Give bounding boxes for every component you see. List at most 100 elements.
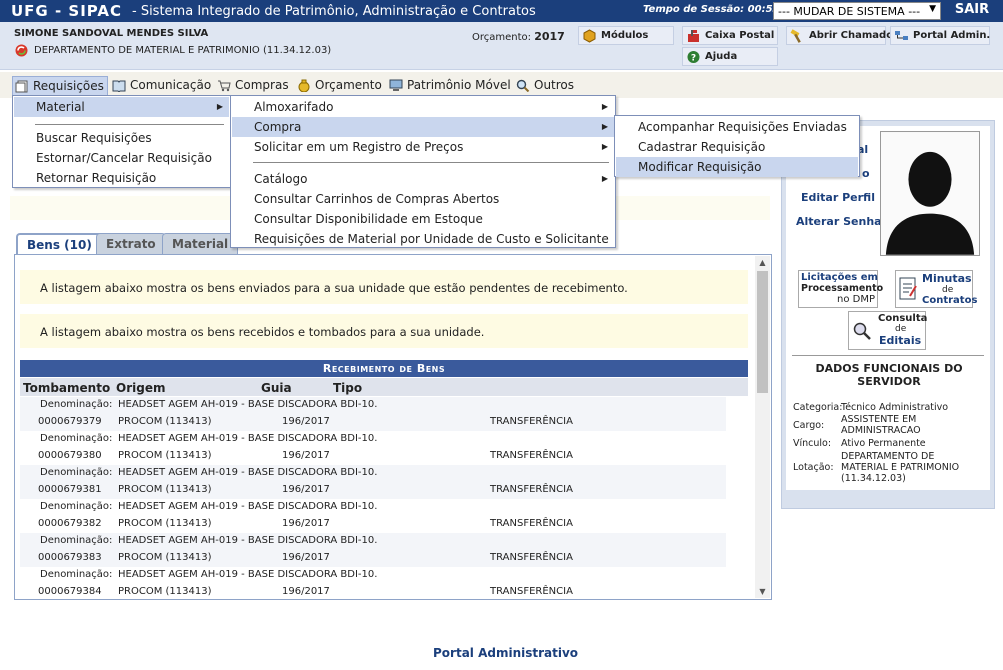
- system-select-value: --- MUDAR DE SISTEMA ---: [778, 5, 921, 18]
- user-avatar: [880, 131, 980, 256]
- menu-item-modificar[interactable]: Modificar Requisição: [616, 157, 858, 177]
- consulta-line-3: Editais: [879, 334, 922, 347]
- tombamento-value: 0000679383: [38, 552, 102, 563]
- minutas-line-1: Minutas: [922, 272, 972, 285]
- computer-icon: [389, 79, 403, 91]
- menu-outros[interactable]: Outros: [514, 76, 578, 96]
- hammer-icon: [790, 29, 801, 43]
- search-icon: [516, 79, 530, 92]
- menu-item-catalogo[interactable]: Catálogo ▶: [232, 169, 614, 189]
- menu-item-solicitar[interactable]: Solicitar em um Registro de Preços ▶: [232, 137, 614, 157]
- tombamento-value: 0000679379: [38, 416, 102, 427]
- menu-item-material[interactable]: Material ▶: [14, 97, 229, 117]
- mailbox-button[interactable]: Caixa Postal: [682, 26, 778, 45]
- app-subtitle: - Sistema Integrado de Patrimônio, Admin…: [132, 4, 536, 19]
- denominacao-label: Denominação:: [40, 535, 113, 546]
- table-title: Recebimento de Bens: [20, 360, 748, 377]
- change-password-link[interactable]: Alterar Senha: [796, 215, 882, 228]
- system-select[interactable]: --- MUDAR DE SISTEMA --- ▼: [773, 2, 941, 20]
- help-label: Ajuda: [705, 51, 738, 62]
- menu-orcamento[interactable]: Orçamento: [295, 76, 385, 96]
- menu-item-cadastrar[interactable]: Cadastrar Requisição: [616, 137, 858, 157]
- tab-material[interactable]: Material: [162, 233, 239, 254]
- menu-compras[interactable]: Compras: [215, 76, 293, 96]
- menu-item-solicitar-label: Solicitar em um Registro de Preços: [254, 140, 464, 154]
- origem-value: PROCOM (113413): [118, 518, 212, 529]
- app-brand: UFG - SIPAC: [11, 2, 123, 20]
- modules-label: Módulos: [601, 30, 649, 41]
- profile-link-partial-2[interactable]: o: [862, 167, 870, 180]
- modules-button[interactable]: Módulos: [578, 26, 674, 45]
- open-ticket-button[interactable]: Abrir Chamado: [786, 26, 893, 45]
- menu-item-retornar[interactable]: Retornar Requisição: [14, 168, 229, 188]
- consulta-line-2: de: [895, 324, 907, 334]
- origem-value: PROCOM (113413): [118, 586, 212, 597]
- tab-bens[interactable]: Bens (10): [16, 233, 103, 255]
- menu-comunicacao[interactable]: Comunicação: [110, 76, 212, 96]
- menu-requisicoes[interactable]: Requisições: [12, 76, 108, 96]
- open-ticket-label: Abrir Chamado: [809, 30, 894, 41]
- col-tombamento: Tombamento: [23, 381, 111, 395]
- menu-item-buscar[interactable]: Buscar Requisições: [14, 128, 229, 148]
- menu-orcamento-label: Orçamento: [315, 78, 382, 92]
- profile-divider: [792, 355, 984, 356]
- categoria-value: Técnico Administrativo: [841, 402, 949, 413]
- denominacao-value: HEADSET AGEM AH-019 - BASE DISCADORA BDI…: [118, 569, 378, 580]
- menu-item-disponibilidade[interactable]: Consultar Disponibilidade em Estoque: [232, 209, 614, 229]
- consulta-editais-button[interactable]: Consulta de Editais: [848, 311, 927, 350]
- svg-text:?: ?: [691, 54, 696, 64]
- tab-extrato[interactable]: Extrato: [96, 233, 166, 254]
- menu-comunicacao-label: Comunicação: [130, 78, 212, 92]
- denominacao-value: HEADSET AGEM AH-019 - BASE DISCADORA BDI…: [118, 535, 378, 546]
- mailbox-icon: [688, 30, 699, 42]
- tombamento-value: 0000679382: [38, 518, 102, 529]
- licitacoes-button[interactable]: Licitações em Processamento no DMP: [798, 270, 883, 308]
- menu-item-por-unidade[interactable]: Requisições de Material por Unidade de C…: [232, 229, 614, 249]
- help-icon: ?: [687, 51, 700, 64]
- menu-item-carrinhos[interactable]: Consultar Carrinhos de Compras Abertos: [232, 189, 614, 209]
- guia-value: 196/2017: [282, 586, 330, 597]
- menu-item-estornar[interactable]: Estornar/Cancelar Requisição: [14, 148, 229, 168]
- notice-pending: A listagem abaixo mostra os bens enviado…: [20, 270, 748, 304]
- menu-item-compra[interactable]: Compra ▶: [232, 117, 614, 137]
- denominacao-label: Denominação:: [40, 467, 113, 478]
- menu-item-compra-label: Compra: [254, 120, 302, 134]
- chevron-right-icon: ▶: [216, 102, 223, 111]
- cube-icon: [583, 29, 596, 43]
- denominacao-label: Denominação:: [40, 399, 113, 410]
- logout-button[interactable]: SAIR: [946, 2, 998, 20]
- tombamento-value: 0000679380: [38, 450, 102, 461]
- cart-icon: [218, 80, 231, 92]
- notice-received: A listagem abaixo mostra os bens recebid…: [20, 314, 748, 348]
- minutas-button[interactable]: Minutas de Contratos: [895, 270, 977, 308]
- scroll-down-icon[interactable]: ▼: [755, 587, 770, 596]
- tipo-value: TRANSFERÊNCIA: [490, 450, 573, 461]
- help-button[interactable]: ? Ajuda: [682, 47, 778, 66]
- admin-portal-button[interactable]: Portal Admin.: [890, 26, 990, 45]
- denominacao-value: HEADSET AGEM AH-019 - BASE DISCADORA BDI…: [118, 433, 378, 444]
- menu-item-almoxarifado[interactable]: Almoxarifado ▶: [232, 97, 614, 117]
- footer-portal-link[interactable]: Portal Administrativo: [433, 646, 578, 660]
- col-origem: Origem: [116, 381, 166, 395]
- menu-separator: [35, 124, 224, 125]
- menu-item-material-label: Material: [36, 100, 85, 114]
- menu-item-acompanhar[interactable]: Acompanhar Requisições Enviadas: [616, 117, 858, 137]
- menu-requisicoes-label: Requisições: [33, 79, 104, 93]
- edit-profile-link[interactable]: Editar Perfil: [801, 191, 875, 204]
- licitacoes-line-1: Licitações em: [801, 272, 878, 283]
- menu-material-submenu: Almoxarifado ▶ Compra ▶ Solicitar em um Re…: [230, 95, 616, 248]
- menu-item-almoxarifado-label: Almoxarifado: [254, 100, 334, 114]
- scroll-thumb[interactable]: [757, 271, 768, 393]
- menu-compra-submenu: Acompanhar Requisições Enviadas Cadastra…: [614, 115, 860, 177]
- licitacoes-line-3: no DMP: [837, 294, 875, 305]
- cargo-value: ASSISTENTE EM ADMINISTRACAO: [841, 414, 921, 436]
- tipo-value: TRANSFERÊNCIA: [490, 518, 573, 529]
- menu-patrimonio[interactable]: Patrimônio Móvel: [387, 76, 511, 96]
- book-icon: [112, 80, 126, 92]
- lotacao-value: DEPARTAMENTO DE MATERIAL E PATRIMONIO (1…: [841, 451, 960, 484]
- vinculo-label: Vínculo:: [793, 438, 832, 449]
- mailbox-label: Caixa Postal: [705, 30, 775, 41]
- scroll-up-icon[interactable]: ▲: [755, 258, 770, 267]
- menu-separator: [253, 162, 609, 163]
- user-department: DEPARTAMENTO DE MATERIAL E PATRIMONIO (1…: [34, 45, 332, 56]
